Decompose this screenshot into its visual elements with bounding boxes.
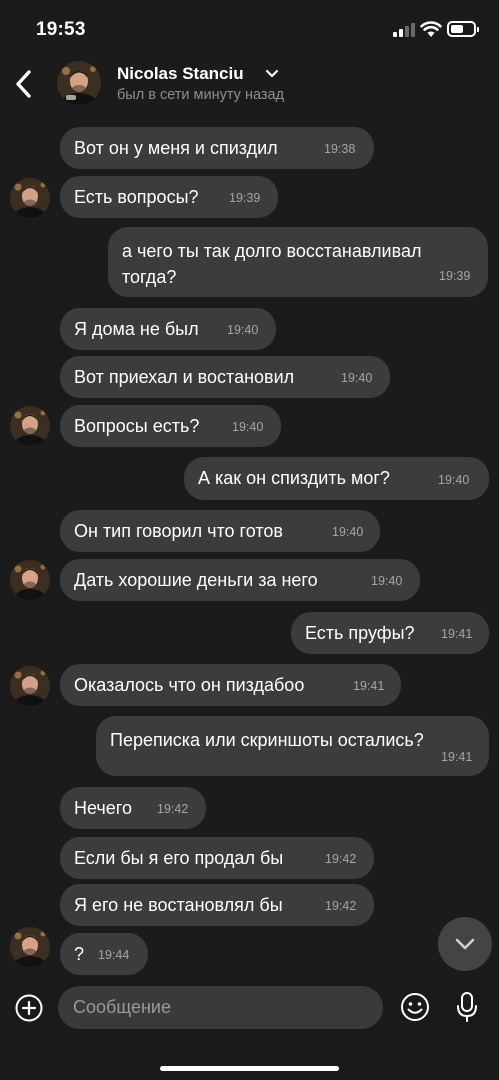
back-button[interactable]: [10, 66, 36, 102]
contact-status: был в сети минуту назад: [117, 87, 285, 103]
status-bar: 19:53: [0, 0, 499, 56]
message-bubble[interactable]: Вопросы есть? 19:40: [60, 405, 281, 447]
message-text: Если бы я его продал бы: [74, 848, 284, 868]
message-time: 19:40: [371, 574, 403, 588]
message-time: 19:40: [227, 323, 259, 337]
message-time: 19:39: [229, 191, 261, 205]
chevron-down-icon: [455, 938, 475, 950]
message-text: Вопросы есть?: [74, 416, 200, 436]
message-bubble[interactable]: Оказалось что он пиздабоо 19:41: [60, 664, 401, 706]
message-bubble[interactable]: Есть вопросы? 19:39: [60, 176, 278, 218]
message-bubble[interactable]: Переписка или скриншоты остались? 19:41: [96, 716, 489, 776]
message-composer: [0, 978, 499, 1080]
message-time: 19:41: [441, 627, 473, 641]
scroll-to-bottom-button[interactable]: [438, 917, 492, 971]
avatar[interactable]: [57, 61, 101, 105]
message-time: 19:41: [441, 750, 473, 764]
message-text: Есть пруфы?: [305, 623, 415, 643]
message-time: 19:42: [157, 802, 189, 816]
message-bubble[interactable]: Вот приехал и востановил 19:40: [60, 356, 390, 398]
message-bubble[interactable]: ? 19:44: [60, 933, 148, 975]
message-text: А как он спиздить мог?: [198, 468, 390, 488]
message-text: Нечего: [74, 798, 132, 818]
chevron-left-icon: [16, 70, 31, 98]
message-text: Вот приехал и востановил: [74, 367, 295, 387]
plus-circle-icon[interactable]: [15, 994, 43, 1022]
message-time: 19:42: [325, 899, 357, 913]
message-time: 19:41: [353, 679, 385, 693]
message-text: Оказалось что он пиздабоо: [74, 675, 305, 695]
battery-icon: [447, 21, 479, 37]
avatar[interactable]: [10, 560, 50, 600]
wifi-icon: [420, 21, 442, 37]
microphone-icon[interactable]: [454, 991, 480, 1023]
status-time: 19:53: [36, 19, 86, 40]
message-bubble[interactable]: Есть пруфы? 19:41: [291, 612, 489, 654]
message-text: Вот он у меня и спиздил: [74, 138, 278, 158]
message-text: ?: [74, 944, 85, 964]
message-time: 19:40: [332, 525, 364, 539]
message-time: 19:40: [232, 420, 264, 434]
message-text: Есть вопросы?: [74, 187, 199, 207]
message-time: 19:42: [325, 852, 357, 866]
message-time: 19:40: [341, 371, 373, 385]
avatar[interactable]: [10, 178, 50, 218]
chevron-down-icon[interactable]: [265, 68, 279, 80]
message-input[interactable]: [58, 986, 383, 1029]
message-text: Он тип говорил что готов: [74, 521, 283, 541]
message-bubble[interactable]: Дать хорошие деньги за него 19:40: [60, 559, 420, 601]
message-bubble[interactable]: Если бы я его продал бы 19:42: [60, 837, 374, 879]
message-time: 19:38: [324, 142, 356, 156]
message-bubble[interactable]: Вот он у меня и спиздил 19:38: [60, 127, 374, 169]
message-bubble[interactable]: а чего ты так долго восстанавливал тогда…: [108, 227, 488, 297]
message-time: 19:39: [439, 269, 471, 283]
message-text: а чего ты так долго восстанавливал тогда…: [122, 241, 422, 287]
message-time: 19:40: [438, 473, 470, 487]
message-time: 19:44: [98, 948, 130, 962]
contact-name[interactable]: Nicolas Stanciu: [117, 64, 244, 84]
message-bubble[interactable]: А как он спиздить мог? 19:40: [184, 457, 489, 500]
message-bubble[interactable]: Я дома не был 19:40: [60, 308, 276, 350]
message-text: Дать хорошие деньги за него: [74, 570, 318, 590]
message-bubble[interactable]: Я его не востановлял бы 19:42: [60, 884, 374, 926]
smiley-icon[interactable]: [400, 992, 430, 1022]
avatar[interactable]: [10, 666, 50, 706]
cellular-signal-icon: [393, 23, 415, 37]
avatar[interactable]: [10, 927, 50, 967]
message-bubble[interactable]: Нечего 19:42: [60, 787, 206, 829]
chat-header: Nicolas Stanciu был в сети минуту назад: [0, 56, 499, 114]
avatar[interactable]: [10, 406, 50, 446]
message-text: Переписка или скриншоты остались?: [110, 730, 424, 750]
home-indicator: [160, 1066, 339, 1071]
message-bubble[interactable]: Он тип говорил что готов 19:40: [60, 510, 380, 552]
message-text: Я его не востановлял бы: [74, 895, 283, 915]
message-text: Я дома не был: [74, 319, 199, 339]
